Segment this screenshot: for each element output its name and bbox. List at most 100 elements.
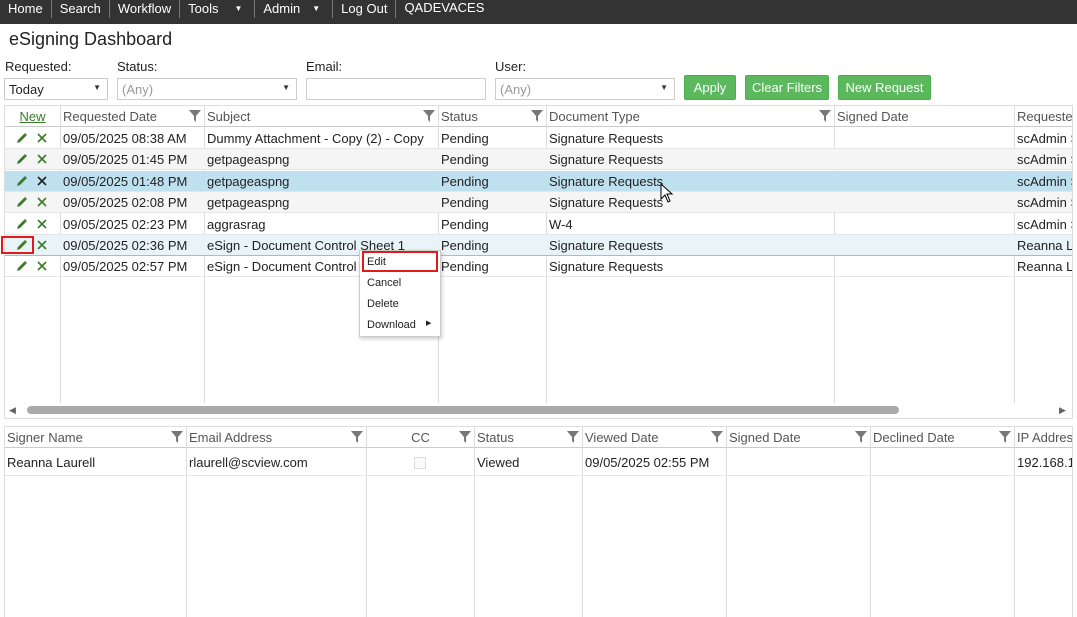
clear-filters-button[interactable]: Clear Filters — [745, 75, 829, 100]
user-select[interactable]: (Any) ▼ — [495, 78, 675, 100]
pencil-edit-icon[interactable] — [16, 218, 28, 230]
apply-button[interactable]: Apply — [684, 75, 736, 100]
col-declined-date[interactable]: Declined Date — [871, 427, 1015, 448]
filter-icon[interactable] — [351, 431, 363, 443]
close-delete-icon[interactable] — [36, 196, 48, 208]
scroll-right-icon[interactable]: ▶ — [1059, 405, 1066, 416]
nav-search-label: Search — [59, 1, 101, 16]
close-delete-icon[interactable] — [36, 153, 48, 165]
pencil-edit-icon[interactable] — [16, 153, 28, 165]
col-signer-name[interactable]: Signer Name — [5, 427, 187, 448]
document-type-cell: Signature Requests — [549, 195, 664, 210]
col-ip-address[interactable]: IP Address — [1015, 427, 1072, 448]
col-subject[interactable]: Subject — [205, 106, 439, 127]
status-cell: Pending — [441, 238, 489, 253]
scrollbar-thumb[interactable] — [27, 406, 899, 414]
table-row[interactable]: 09/05/2025 02:23 PM aggrasrag Pending W-4 sc… — [5, 214, 1073, 235]
requested-date-cell: 09/05/2025 02:23 PM — [63, 217, 188, 232]
pencil-edit-icon[interactable] — [16, 260, 28, 272]
table-row[interactable]: 09/05/2025 08:38 AM Dummy Attachment - Co… — [5, 128, 1073, 149]
filter-icon[interactable] — [999, 431, 1011, 443]
col-cc-label: CC — [411, 430, 430, 445]
requested-by-cell: scAdmin S — [1017, 217, 1073, 232]
col-email-address[interactable]: Email Address — [187, 427, 367, 448]
context-cancel[interactable]: Cancel — [367, 277, 401, 289]
dropdown-arrow-icon: ▼ — [282, 83, 290, 92]
dropdown-arrow-icon: ▼ — [660, 83, 668, 92]
brand-name: QADEVACES — [404, 0, 485, 15]
horizontal-scrollbar[interactable]: ◀ ▶ — [5, 403, 1071, 417]
col-requested-by[interactable]: Requested — [1015, 106, 1072, 127]
page-title: eSigning Dashboard — [9, 29, 173, 49]
col-signer-signed-date[interactable]: Signed Date — [727, 427, 871, 448]
filter-icon[interactable] — [531, 110, 543, 122]
top-nav: Home Search Workflow Tools ▼ Admin ▼ Log O… — [0, 0, 1077, 24]
close-delete-icon[interactable] — [36, 175, 48, 187]
filter-icon[interactable] — [819, 110, 831, 122]
document-type-cell: Signature Requests — [549, 259, 664, 274]
subject-cell: Dummy Attachment - Copy (2) - Copy — [207, 131, 424, 146]
table-row[interactable]: 09/05/2025 01:48 PM getpageaspng Pending Si… — [5, 171, 1073, 192]
new-request-button[interactable]: New Request — [838, 75, 931, 100]
nav-home[interactable]: Home — [0, 0, 52, 18]
document-type-cell: Signature Requests — [549, 131, 664, 146]
close-delete-icon[interactable] — [36, 132, 48, 144]
filter-icon[interactable] — [711, 431, 723, 443]
signed-date-cell — [835, 128, 1014, 149]
status-select[interactable]: (Any) ▼ — [117, 78, 297, 100]
filter-icon[interactable] — [171, 431, 183, 443]
col-signer-status[interactable]: Status — [475, 427, 583, 448]
table-row[interactable]: 09/05/2025 02:36 PM eSign - Document Cont… — [5, 235, 1072, 256]
nav-admin[interactable]: Admin ▼ — [255, 0, 334, 18]
cc-checkbox[interactable] — [414, 457, 426, 469]
signer-status: Viewed — [477, 455, 520, 470]
table-row[interactable]: Reanna Laurell rlaurell@scview.com Viewe… — [5, 449, 1072, 476]
requested-by-cell: scAdmin S — [1017, 131, 1073, 146]
col-viewed-date[interactable]: Viewed Date — [583, 427, 727, 448]
nav-tools[interactable]: Tools ▼ — [180, 0, 256, 18]
filter-icon[interactable] — [423, 110, 435, 122]
requested-by-cell: scAdmin S — [1017, 174, 1073, 189]
pencil-edit-icon[interactable] — [16, 175, 28, 187]
signer-signed-date — [727, 449, 869, 476]
nav-logout[interactable]: Log Out — [333, 0, 397, 18]
requested-select[interactable]: Today ▼ — [4, 78, 108, 100]
context-download-label: Download — [367, 319, 416, 331]
requested-label: Requested: — [5, 59, 72, 74]
new-link[interactable]: New — [19, 109, 45, 124]
close-delete-icon[interactable] — [36, 218, 48, 230]
table-row[interactable]: 09/05/2025 02:57 PM eSign - Document Cont… — [5, 256, 1073, 277]
col-signed-date[interactable]: Signed Date — [835, 106, 1015, 127]
table-row[interactable]: 09/05/2025 02:08 PM getpageaspng Pending Si… — [5, 192, 1072, 213]
mouse-cursor-icon — [660, 183, 674, 203]
filter-icon[interactable] — [459, 431, 471, 443]
nav-workflow[interactable]: Workflow — [110, 0, 181, 18]
user-label: User: — [495, 59, 527, 74]
signer-name: Reanna Laurell — [7, 455, 96, 470]
col-status[interactable]: Status — [439, 106, 547, 127]
nav-workflow-label: Workflow — [117, 1, 172, 16]
scroll-left-icon[interactable]: ◀ — [9, 405, 16, 416]
submenu-arrow-icon: ▶ — [426, 320, 432, 327]
filter-icon[interactable] — [855, 431, 867, 443]
context-download[interactable]: Download ▶ — [367, 319, 431, 331]
close-delete-icon[interactable] — [36, 239, 48, 251]
dropdown-arrow-icon: ▼ — [93, 83, 101, 92]
close-delete-icon[interactable] — [36, 260, 48, 272]
table-row[interactable]: 09/05/2025 01:45 PM getpageaspng Pending Si… — [5, 149, 1072, 170]
col-cc[interactable]: CC — [367, 427, 475, 448]
filter-icon[interactable] — [567, 431, 579, 443]
col-document-type[interactable]: Document Type — [547, 106, 835, 127]
context-delete[interactable]: Delete — [367, 298, 399, 310]
requested-by-cell: Reanna La — [1017, 259, 1073, 274]
pencil-edit-icon[interactable] — [16, 196, 28, 208]
requested-date-cell: 09/05/2025 01:45 PM — [63, 152, 188, 167]
email-input[interactable] — [306, 78, 486, 100]
document-type-cell: Signature Requests — [549, 238, 664, 253]
pencil-edit-icon[interactable] — [16, 132, 28, 144]
nav-admin-label: Admin — [263, 1, 301, 16]
filter-icon[interactable] — [189, 110, 201, 122]
subject-cell: getpageaspng — [207, 174, 290, 189]
nav-search[interactable]: Search — [52, 0, 110, 18]
col-requested-date[interactable]: Requested Date — [61, 106, 205, 127]
